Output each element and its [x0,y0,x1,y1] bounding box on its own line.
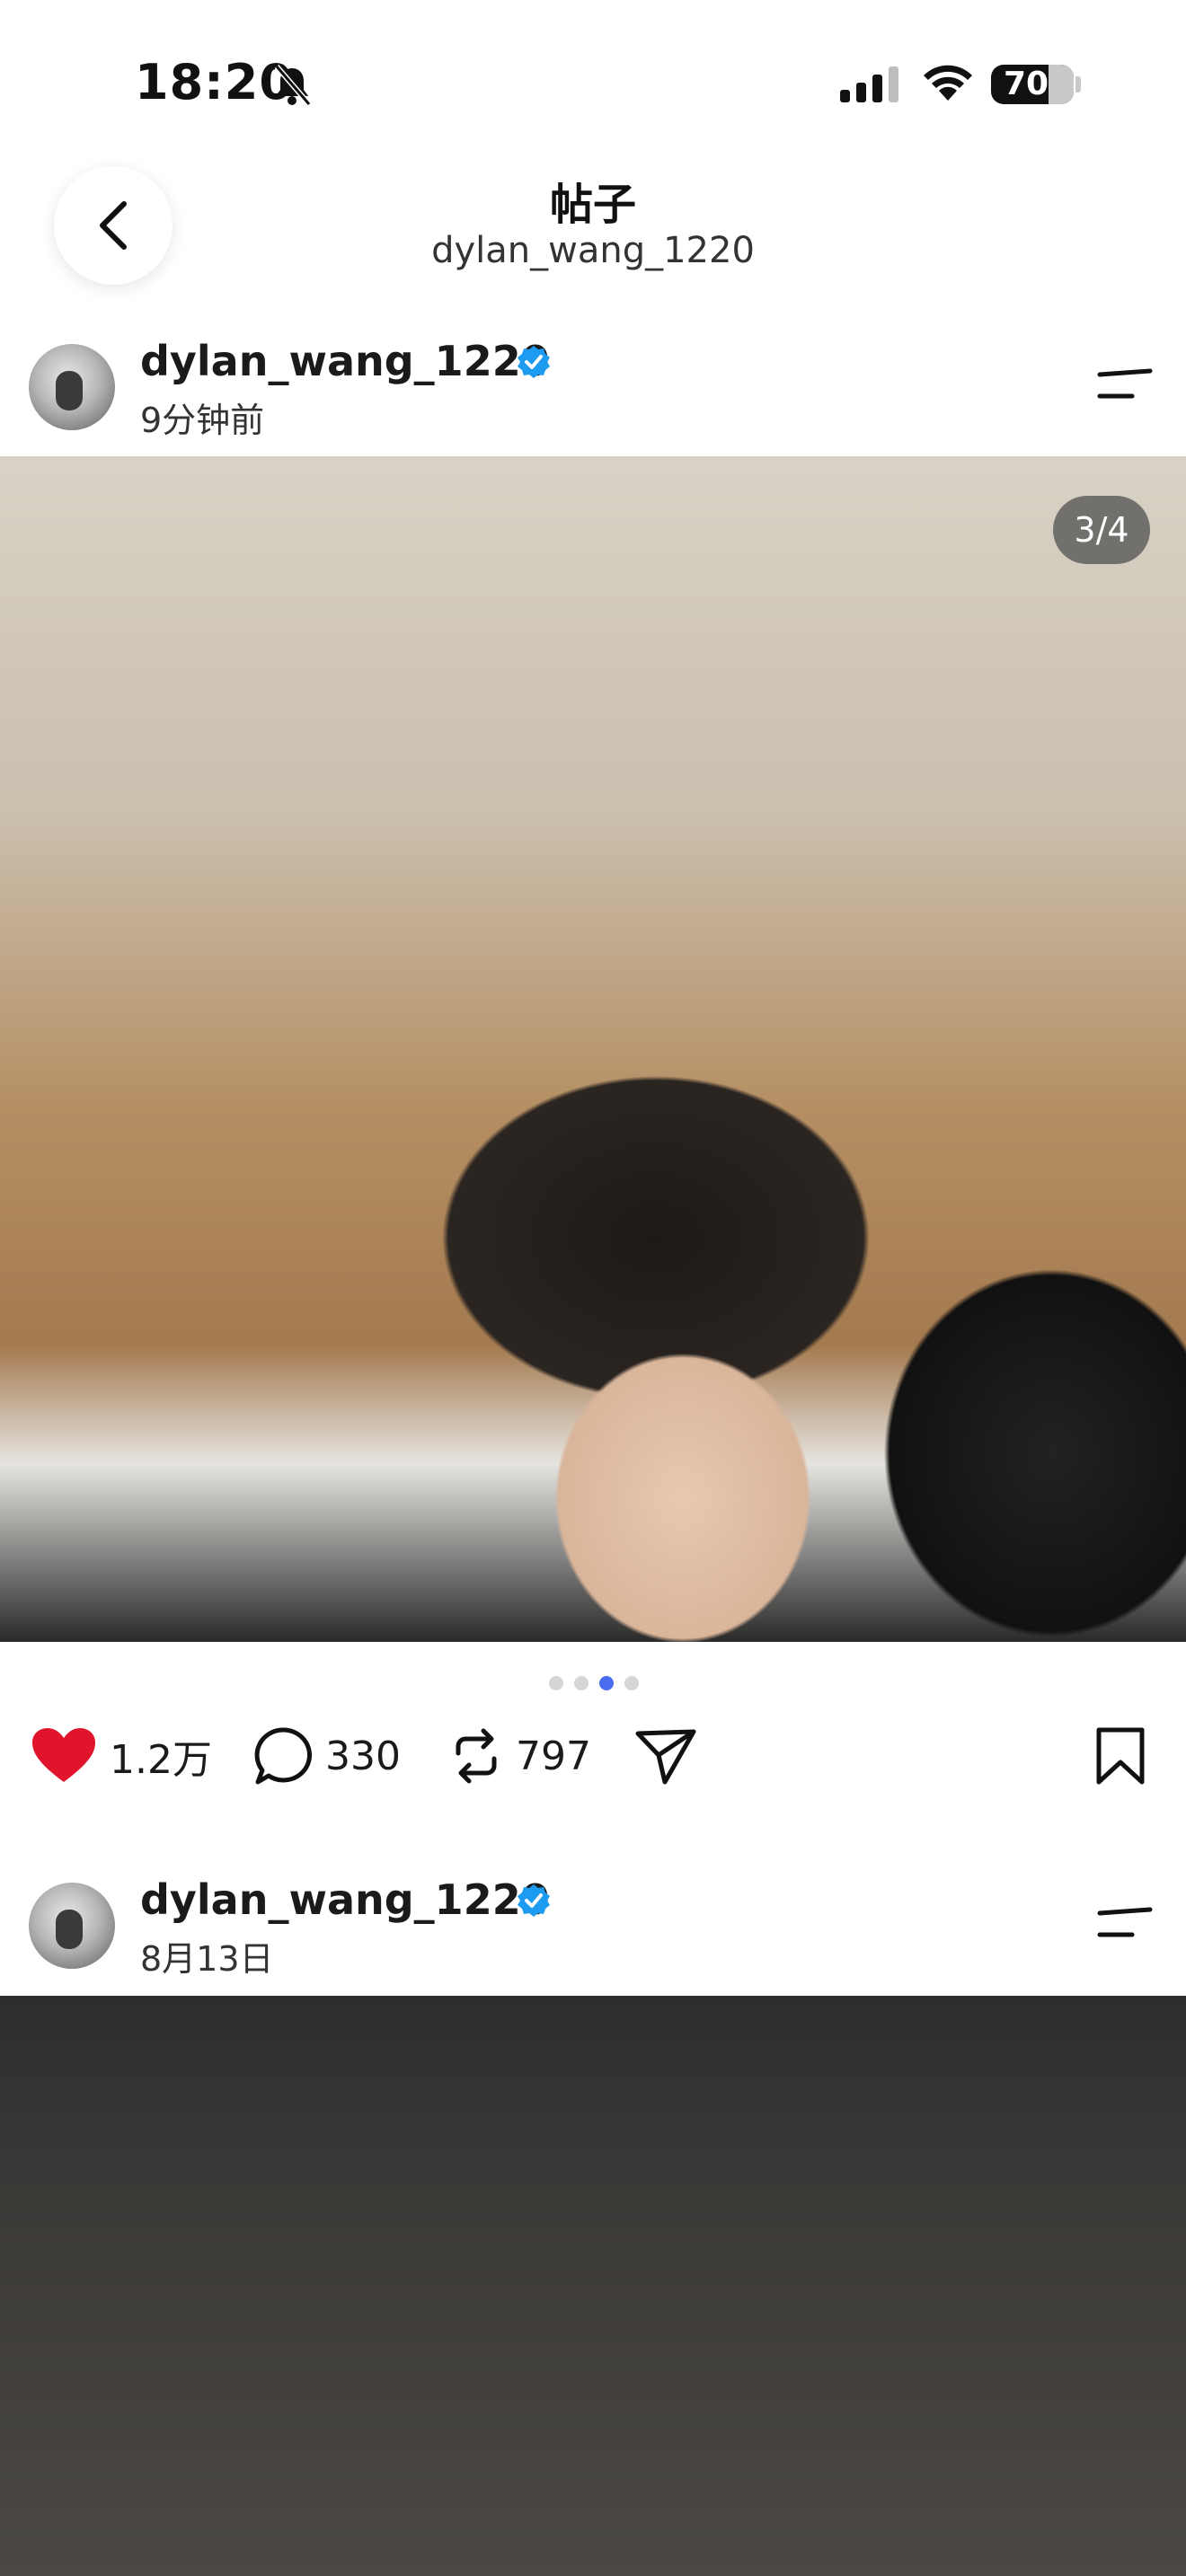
verified-badge-icon [518,346,550,378]
avatar[interactable] [29,344,115,430]
carousel-indicator [544,1676,644,1694]
battery-level: 70 [1004,66,1049,102]
bell-off-icon [274,65,312,106]
bookmark-button[interactable] [1094,1725,1146,1787]
post-image[interactable] [0,456,1186,1642]
repost-button[interactable]: 797 [449,1725,591,1787]
comment-button[interactable]: 330 [253,1725,401,1787]
more-menu-icon[interactable] [1096,367,1154,403]
page-title: 帖子 [549,180,636,230]
share-button[interactable] [634,1725,697,1787]
avatar[interactable] [29,1883,115,1969]
carousel-dot-active [599,1676,614,1690]
repost-icon [456,1728,497,1784]
status-time: 18:20 [135,54,294,110]
more-menu-icon[interactable] [1096,1906,1154,1942]
comment-count: 330 [325,1733,401,1779]
comment-icon [254,1727,312,1785]
page-subtitle: dylan_wang_1220 [431,230,755,271]
repost-count: 797 [516,1733,591,1779]
wifi-icon [924,65,972,101]
post-header: dylan_wang_1220 8月13日 [0,1875,1186,1992]
cellular-signal-icon [840,66,898,102]
battery-icon: 70 [991,65,1074,104]
username[interactable]: dylan_wang_1220 [140,337,550,385]
carousel-dot [574,1676,589,1690]
carousel-dot [549,1676,563,1690]
post-timestamp: 8月13日 [140,1939,274,1979]
post-image[interactable] [0,1996,1186,2576]
verified-badge-icon [518,1884,550,1917]
post-timestamp: 9分钟前 [140,401,265,440]
image-counter: 3/4 [1053,496,1150,564]
bookmark-icon [1096,1727,1145,1785]
like-count: 1.2万 [110,1737,212,1783]
heart-icon [32,1728,95,1782]
send-icon [635,1729,696,1785]
status-bar: 18:20 70 [0,0,1186,171]
like-button[interactable]: 1.2万 [31,1725,212,1787]
post-header: dylan_wang_1220 9分钟前 [0,337,1186,454]
username[interactable]: dylan_wang_1220 [140,1875,550,1924]
carousel-dot [624,1676,639,1690]
